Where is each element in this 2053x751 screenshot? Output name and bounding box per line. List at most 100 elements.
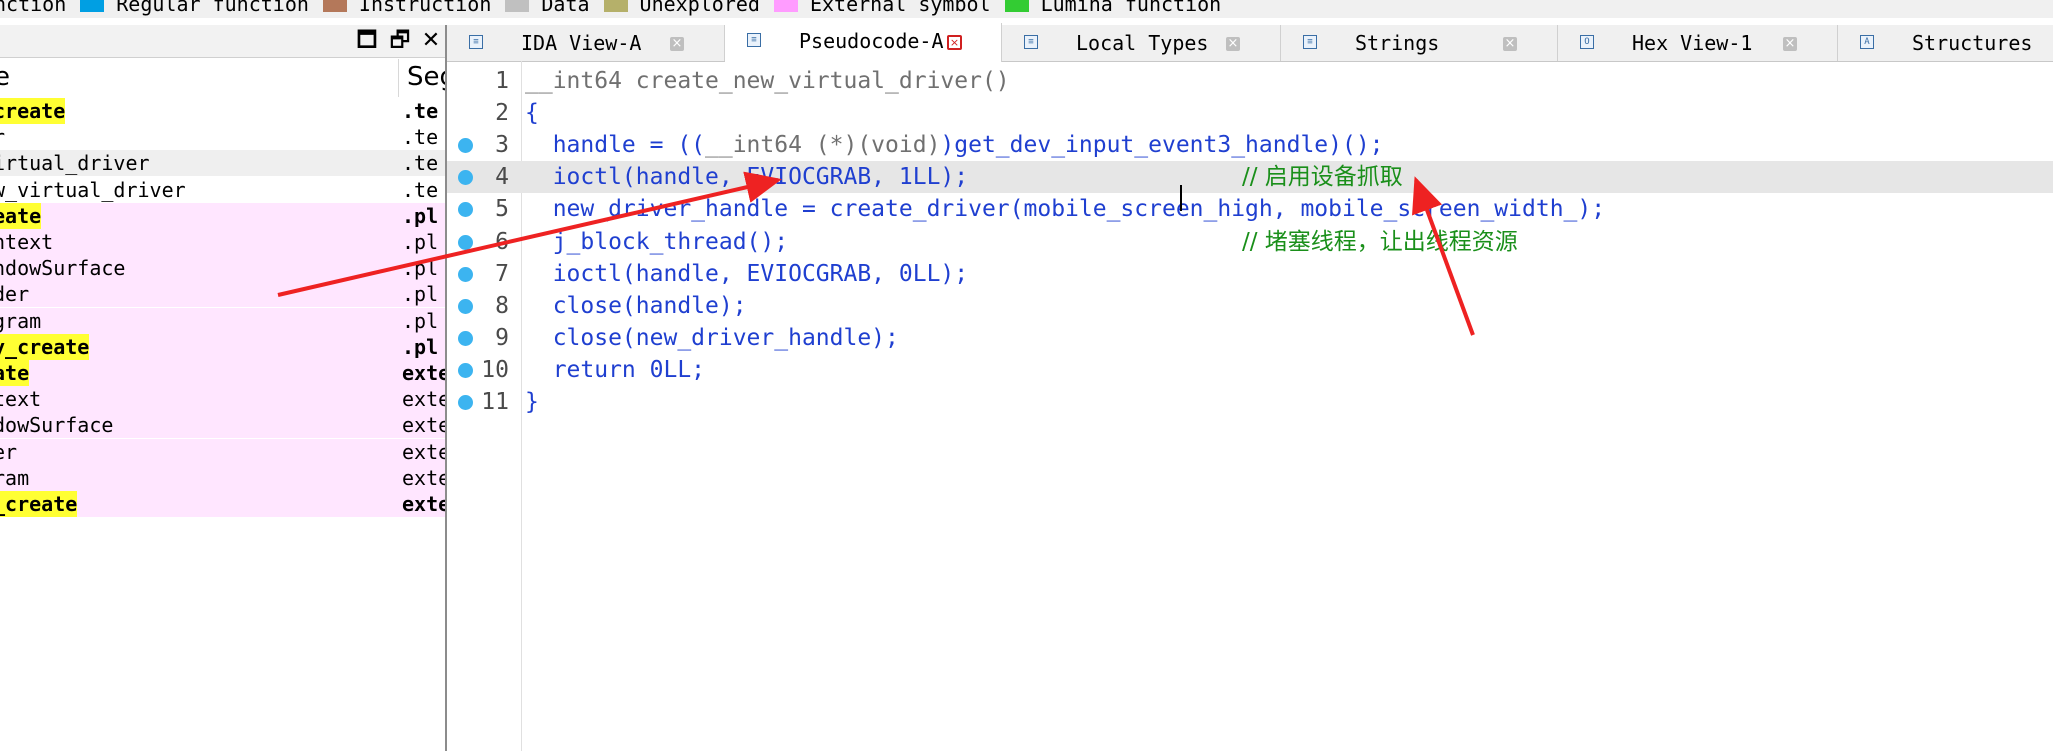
function-row[interactable]: _create exte bbox=[0, 491, 445, 517]
function-segment: .te bbox=[402, 177, 439, 202]
line-number: 10 bbox=[481, 356, 509, 383]
function-name: create bbox=[0, 98, 66, 124]
function-row[interactable]: y_create .pl bbox=[0, 333, 445, 360]
code-line[interactable]: 4 ioctl(handle, EVIOCGRAB, 1LL); // 启用设备抓… bbox=[447, 161, 2053, 194]
code-line[interactable]: 8 close(handle); bbox=[447, 290, 2053, 322]
column-separator[interactable] bbox=[398, 59, 399, 97]
function-row[interactable]: der .pl bbox=[0, 281, 445, 308]
function-row[interactable]: r .te bbox=[0, 124, 445, 151]
function-name: w_virtual_driver bbox=[0, 177, 186, 202]
code-line[interactable]: 6 j_block_thread(); // 堵塞线程，让出线程资源 bbox=[447, 226, 2053, 258]
code-line[interactable]: 1 __int64 create_new_virtual_driver() bbox=[447, 65, 2053, 97]
legend-label: Lumina function bbox=[1040, 0, 1222, 16]
code-text: } bbox=[525, 386, 539, 418]
legend-swatch bbox=[773, 0, 798, 12]
tab-ida-view-a[interactable]: ≡ IDA View-A × bbox=[447, 25, 725, 61]
tab-view-icon: A bbox=[1860, 35, 1874, 49]
tab-pseudocode-a[interactable]: ≡ Pseudocode-A × bbox=[725, 23, 1002, 62]
pseudocode-editor[interactable]: 1 __int64 create_new_virtual_driver() 2{3 … bbox=[447, 61, 2053, 751]
function-name: ram bbox=[0, 465, 30, 490]
tab-label: Local Types bbox=[1076, 31, 1209, 55]
function-row[interactable]: create .te bbox=[0, 98, 445, 124]
code-line[interactable]: 3 handle = ((__int64 (*)(void))get_dev_i… bbox=[447, 129, 2053, 161]
line-number: 5 bbox=[495, 196, 509, 223]
code-line[interactable]: 10 return 0LL; bbox=[447, 354, 2053, 386]
function-name: ndowSurface bbox=[0, 256, 126, 281]
function-row[interactable]: text exte bbox=[0, 386, 445, 413]
code-line[interactable]: 7 ioctl(handle, EVIOCGRAB, 0LL); bbox=[447, 258, 2053, 290]
function-name: dowSurface bbox=[0, 413, 114, 438]
tab-structures[interactable]: A Structures bbox=[1838, 25, 2053, 61]
code-line[interactable]: 11} bbox=[447, 386, 2053, 418]
code-token: )get_dev_input_event3_handle)(); bbox=[940, 132, 1384, 159]
functions-pane-titlebar: 🗖 🗗 ✕ bbox=[0, 25, 445, 58]
function-name: r bbox=[0, 124, 5, 150]
tab-close-icon[interactable]: × bbox=[1503, 37, 1517, 51]
function-row[interactable]: ntext .pl bbox=[0, 229, 445, 255]
tab-close-icon[interactable]: × bbox=[1783, 37, 1797, 51]
function-segment: exte bbox=[402, 439, 445, 464]
legend-item: Unexplored bbox=[603, 0, 760, 16]
code-token: close(new_driver_handle); bbox=[525, 324, 899, 351]
code-comment: // 启用设备抓取 bbox=[1242, 164, 1403, 191]
tab-view-icon: ≡ bbox=[1024, 35, 1038, 49]
tab-close-icon[interactable]: × bbox=[1226, 37, 1240, 51]
line-number: 8 bbox=[495, 292, 509, 319]
function-name: er bbox=[0, 439, 18, 464]
restore-icon[interactable]: 🗗 bbox=[385, 25, 415, 57]
tab-view-icon: O bbox=[1580, 35, 1594, 49]
tab-hex-view-1[interactable]: O Hex View-1 × bbox=[1558, 25, 1838, 61]
column-header-segment[interactable]: Seg bbox=[407, 62, 445, 92]
function-row[interactable]: dowSurface exte bbox=[0, 412, 445, 439]
legend-item: Lumina function bbox=[1004, 0, 1222, 16]
function-row[interactable]: ate exte bbox=[0, 360, 445, 386]
function-segment: .pl bbox=[402, 203, 439, 228]
code-line[interactable]: 9 close(new_driver_handle); bbox=[447, 322, 2053, 354]
line-number: 6 bbox=[495, 228, 509, 255]
code-text: handle = ((__int64 (*)(void))get_dev_inp… bbox=[525, 129, 1384, 161]
function-segment: exte bbox=[402, 413, 445, 438]
code-token: __int64 create_new_virtual_driver() bbox=[525, 68, 1010, 94]
function-segment: exte bbox=[402, 465, 445, 490]
function-row[interactable]: gram .pl bbox=[0, 307, 445, 334]
tab-view-icon: ≡ bbox=[747, 33, 761, 47]
tab-local-types[interactable]: ≡ Local Types × bbox=[1002, 25, 1281, 61]
tab-label: IDA View-A bbox=[521, 31, 642, 55]
function-row[interactable]: eate .pl bbox=[0, 202, 445, 229]
view-tabs: ≡ IDA View-A × ≡ Pseudocode-A × ≡ Local Types × ≡… bbox=[447, 23, 2053, 62]
legend-swatch bbox=[322, 0, 347, 12]
line-number: 3 bbox=[495, 132, 509, 159]
tab-close-icon[interactable]: × bbox=[947, 35, 962, 50]
function-row[interactable]: irtual_driver .te bbox=[0, 150, 445, 177]
function-row[interactable]: w_virtual_driver .te bbox=[0, 176, 445, 203]
code-line[interactable]: 5 new_driver_handle = create_driver(mobi… bbox=[447, 193, 2053, 225]
line-number: 1 bbox=[495, 68, 509, 94]
code-line[interactable]: 2{ bbox=[447, 97, 2053, 129]
function-name: gram bbox=[0, 308, 42, 333]
code-text: return 0LL; bbox=[525, 354, 705, 386]
function-segment: .te bbox=[402, 151, 439, 176]
tab-label: Structures bbox=[1912, 31, 2033, 55]
function-segment: .pl bbox=[402, 256, 439, 281]
code-token: close(handle); bbox=[525, 292, 747, 319]
main-view: ≡ IDA View-A × ≡ Pseudocode-A × ≡ Local Types × ≡… bbox=[447, 23, 2053, 751]
legend-swatch bbox=[80, 0, 105, 12]
function-row[interactable]: ndowSurface .pl bbox=[0, 255, 445, 282]
function-segment: .pl bbox=[402, 334, 439, 359]
function-name: y_create bbox=[0, 333, 90, 360]
column-header-function-name[interactable]: e bbox=[0, 62, 10, 92]
maximize-icon[interactable]: 🗖 bbox=[352, 25, 382, 57]
code-token: ioctl(handle, EVIOCGRAB, 0LL); bbox=[525, 260, 969, 287]
function-row[interactable]: ram exte bbox=[0, 464, 445, 491]
functions-pane: 🗖 🗗 ✕ e Seg create .te r .te irtual_driver .t… bbox=[0, 25, 447, 751]
code-text: close(new_driver_handle); bbox=[525, 322, 899, 354]
tab-strings[interactable]: ≡ Strings × bbox=[1281, 25, 1558, 61]
code-text: ioctl(handle, EVIOCGRAB, 1LL); bbox=[525, 161, 968, 193]
close-icon[interactable]: ✕ bbox=[416, 25, 445, 57]
legend-row: nction Regular function Instruction Data Une… bbox=[0, 0, 1235, 16]
tab-view-icon: ≡ bbox=[1303, 35, 1317, 49]
function-row[interactable]: er exte bbox=[0, 438, 445, 465]
tab-close-icon[interactable]: × bbox=[670, 37, 684, 51]
function-name: ntext bbox=[0, 230, 54, 254]
function-name: text bbox=[0, 387, 42, 412]
